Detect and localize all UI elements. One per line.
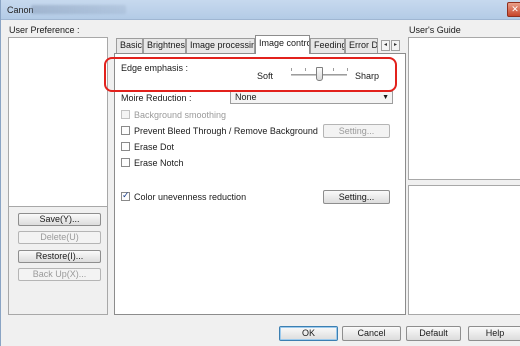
- prevent-bleed-label: Prevent Bleed Through / Remove Backgroun…: [134, 126, 318, 136]
- user-preference-list[interactable]: [8, 37, 108, 207]
- tab-scroll-right-icon[interactable]: ▸: [391, 40, 400, 51]
- erase-dot-checkbox[interactable]: [121, 142, 130, 151]
- tab-basic[interactable]: Basic: [116, 38, 143, 53]
- left-group-frame: [8, 207, 108, 315]
- chevron-down-icon: ▼: [382, 94, 389, 101]
- erase-notch-checkbox[interactable]: [121, 158, 130, 167]
- tab-image-control[interactable]: Image control: [255, 35, 310, 54]
- tab-feeding[interactable]: Feeding: [310, 38, 345, 53]
- close-button[interactable]: ✕: [507, 2, 520, 17]
- tab-scroll-left-icon[interactable]: ◂: [381, 40, 390, 51]
- preview-panel: [408, 185, 520, 315]
- ok-button[interactable]: OK: [279, 326, 338, 341]
- moire-reduction-label: Moire Reduction :: [121, 93, 192, 103]
- close-icon: ✕: [511, 4, 519, 14]
- window-title-redacted: [31, 5, 126, 14]
- color-unevenness-setting-button[interactable]: Setting...: [323, 190, 390, 204]
- color-unevenness-label: Color unevenness reduction: [134, 192, 247, 202]
- users-guide-label: User's Guide: [409, 25, 461, 35]
- background-smoothing-checkbox[interactable]: [121, 110, 130, 119]
- erase-notch-label: Erase Notch: [134, 158, 184, 168]
- moire-reduction-value: None: [235, 92, 257, 102]
- prevent-bleed-setting-button[interactable]: Setting...: [323, 124, 390, 138]
- tab-error-detection[interactable]: Error De: [345, 38, 378, 53]
- prevent-bleed-checkbox[interactable]: [121, 126, 130, 135]
- moire-reduction-select[interactable]: None ▼: [230, 91, 393, 104]
- tab-brightness[interactable]: Brightness: [143, 38, 186, 53]
- dialog-window: Canon ✕ User Preference : Save(Y)... Del…: [0, 0, 520, 346]
- title-bar: Canon ✕: [1, 0, 520, 20]
- tab-image-processing[interactable]: Image processing: [186, 38, 255, 53]
- default-button[interactable]: Default: [406, 326, 461, 341]
- window-title: Canon: [7, 5, 34, 15]
- cancel-button[interactable]: Cancel: [342, 326, 401, 341]
- user-preference-label: User Preference :: [9, 25, 80, 35]
- erase-dot-label: Erase Dot: [134, 142, 175, 152]
- background-smoothing-label: Background smoothing: [134, 110, 227, 120]
- edge-emphasis-highlight: [104, 57, 397, 92]
- help-button[interactable]: Help: [468, 326, 520, 341]
- color-unevenness-checkbox[interactable]: [121, 190, 130, 201]
- users-guide-panel[interactable]: [408, 37, 520, 180]
